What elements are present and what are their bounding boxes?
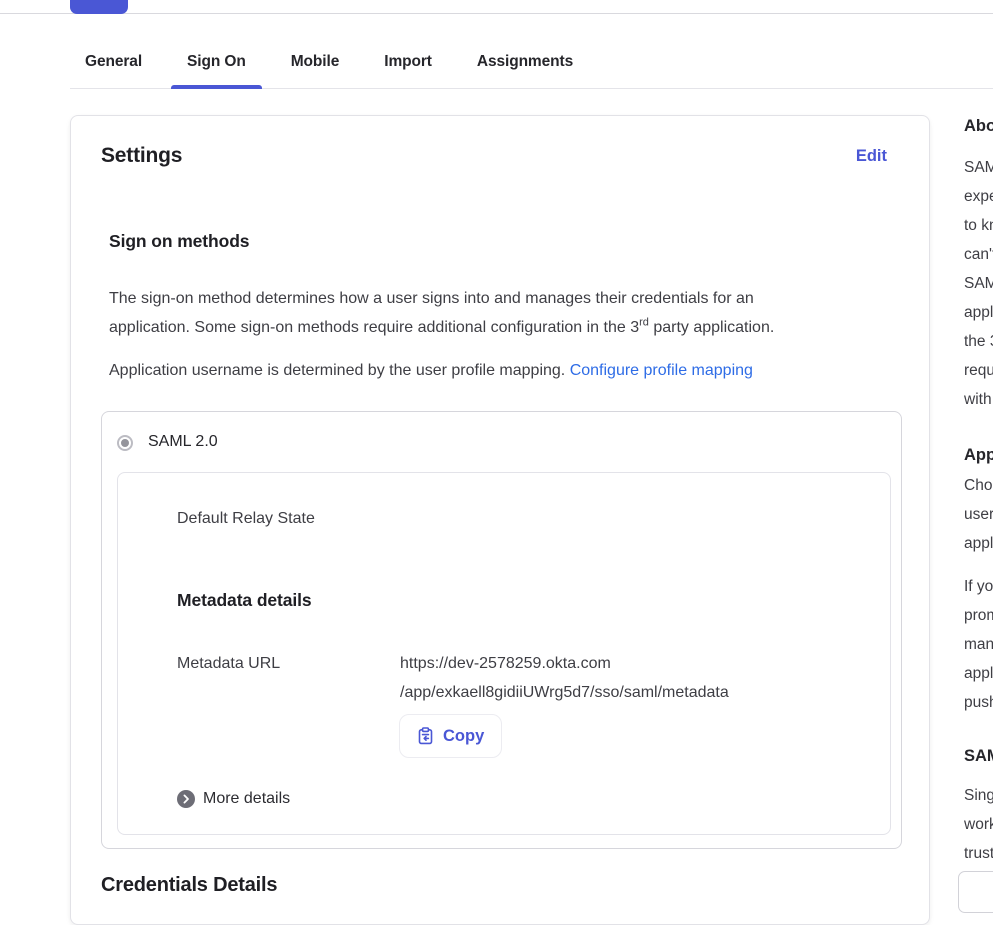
saml-radio-button[interactable] (117, 435, 133, 451)
about-line: required to complete the integration (964, 356, 993, 385)
metadata-details-heading: Metadata details (177, 588, 312, 612)
tab-mobile[interactable]: Mobile (275, 14, 355, 88)
about-line: application. Additional configuration in (964, 298, 993, 327)
settings-card: Settings Edit Sign on methods The sign-o… (70, 115, 930, 925)
tab-assignments[interactable]: Assignments (461, 14, 589, 88)
app-username-line: username value when assigning the (964, 500, 993, 529)
chevron-right-circle-icon (177, 790, 195, 808)
application-username-paragraph-1: Choose a format to use as the username v… (964, 471, 993, 558)
sign-on-methods-description: The sign-on method determines how a user… (109, 284, 774, 342)
app-username-line: application to users. (964, 529, 993, 558)
about-line: experience by not requiring the user (964, 182, 993, 211)
tab-sign-on[interactable]: Sign On (171, 14, 262, 88)
app-username-line: Choose a format to use as the (964, 471, 993, 500)
edit-button[interactable]: Edit (856, 147, 887, 166)
metadata-url-line1: https://dev-2578259.okta.com (400, 649, 729, 678)
active-nav-indicator (70, 0, 128, 14)
saml-details-panel: Default Relay State Metadata details Met… (117, 472, 891, 835)
metadata-url-line2: /app/exkaell8gidiiUWrg5d7/sso/saml/metad… (400, 678, 729, 707)
saml-setup-line: trust Okta as an IdP. (964, 839, 993, 868)
about-paragraph: SAML 2.0 streamlines the end user experi… (964, 153, 993, 414)
sign-on-methods-heading: Sign on methods (109, 229, 249, 253)
saml-setup-heading: SAML Setup (964, 745, 993, 767)
description-line2-end: party application. (649, 319, 774, 336)
username-note-text: Application username is determined by th… (109, 362, 570, 379)
copy-button-label: Copy (443, 727, 484, 746)
app-tab-bar: General Sign On Mobile Import Assignment… (70, 14, 993, 89)
app-username-line: If you select None you will be (964, 572, 993, 601)
app-username-line: prompted to assign a username (964, 601, 993, 630)
copy-metadata-url-button[interactable]: Copy (399, 714, 502, 758)
credentials-details-heading: Credentials Details (101, 873, 277, 898)
about-line: to know their credentials. Users (964, 211, 993, 240)
about-line: SAML 2.0 streamlines the end user (964, 153, 993, 182)
configure-profile-mapping-link[interactable]: Configure profile mapping (570, 362, 753, 379)
about-line: with Okta. (964, 385, 993, 414)
saml-setup-paragraph: Single Sign On using SAML will not work … (964, 781, 993, 868)
application-username-paragraph-2: If you select None you will be prompted … (964, 572, 993, 717)
application-username-heading: Application Username (964, 444, 993, 466)
username-mapping-note: Application username is determined by th… (109, 356, 753, 385)
ordinal-suffix: rd (639, 317, 649, 329)
tab-import[interactable]: Import (368, 14, 448, 88)
about-heading: About (964, 115, 993, 137)
about-line: can't edit their credentials when (964, 240, 993, 269)
app-username-line: manually when assigning an (964, 630, 993, 659)
app-username-line: push provisioning features. (964, 688, 993, 717)
description-line1: The sign-on method determines how a user… (109, 290, 754, 307)
saml-setup-line: Single Sign On using SAML will not (964, 781, 993, 810)
tab-general[interactable]: General (69, 14, 158, 88)
metadata-url-row: Metadata URL https://dev-2578259.okta.co… (177, 649, 729, 707)
copy-clipboard-icon (417, 727, 434, 745)
description-line2: application. Some sign-on methods requir… (109, 319, 639, 336)
settings-title: Settings (101, 143, 182, 169)
saml-radio-label: SAML 2.0 (148, 430, 218, 454)
default-relay-state-label: Default Relay State (177, 507, 315, 531)
app-username-line: application with password or profile (964, 659, 993, 688)
saml-method-box: SAML 2.0 Default Relay State Metadata de… (101, 411, 902, 849)
saml-setup-line: work until you configure the app to (964, 810, 993, 839)
more-details-toggle[interactable]: More details (177, 790, 290, 808)
view-setup-instructions-button[interactable] (958, 871, 993, 913)
about-line: SAML 2.0 is configured for this (964, 269, 993, 298)
about-line: the 3rd party application may be (964, 327, 993, 356)
more-details-label: More details (203, 790, 290, 808)
metadata-url-label: Metadata URL (177, 649, 400, 707)
metadata-url-value: https://dev-2578259.okta.com/app/exkaell… (400, 649, 729, 707)
